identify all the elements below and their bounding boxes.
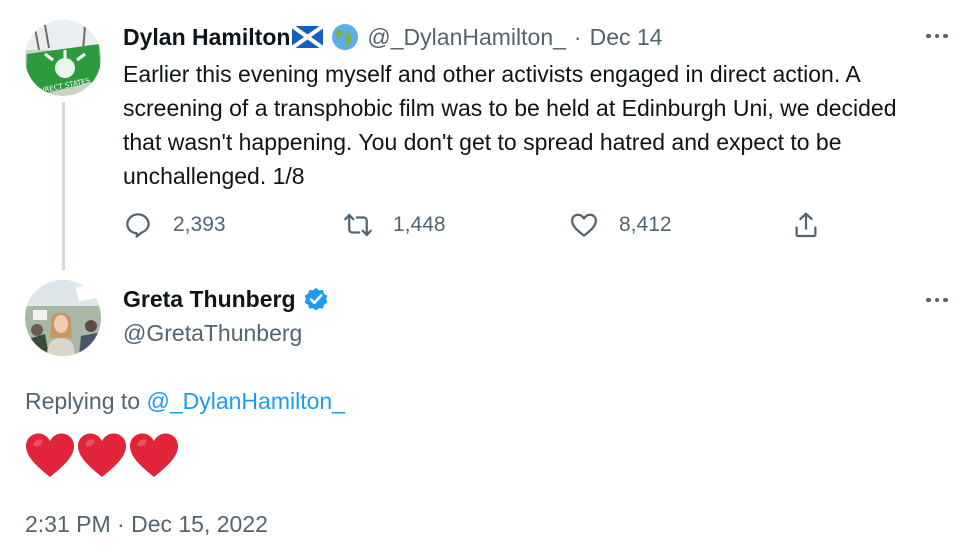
retweet-count: 1,448	[393, 213, 446, 236]
scotland-flag-icon	[292, 26, 324, 48]
author-name[interactable]: Dylan Hamilton	[123, 21, 290, 53]
tweet-header: Dylan Hamilton @_DylanHamilton_ · Dec 14	[123, 21, 662, 53]
avatar-greta-thunberg[interactable]	[25, 280, 101, 356]
reply-author: Greta Thunberg	[123, 284, 330, 314]
more-options-button[interactable]	[921, 26, 953, 46]
reply-count: 2,393	[173, 213, 226, 236]
like-button[interactable]: 8,412	[569, 207, 672, 243]
retweet-button[interactable]: 1,448	[343, 207, 446, 243]
reply-author-name[interactable]: Greta Thunberg	[123, 284, 296, 314]
red-heart-icon	[26, 433, 74, 477]
tweet-text-line: screening of a transphobic film was to b…	[123, 95, 897, 121]
tweet-date[interactable]: Dec 14	[590, 21, 663, 53]
avatar-greta-image	[25, 280, 101, 356]
red-heart-icon	[78, 433, 126, 477]
red-heart-icon	[130, 433, 178, 477]
like-icon	[571, 213, 597, 237]
reply-button[interactable]: 2,393	[123, 207, 226, 243]
tweet-text-line: Earlier this evening myself and other ac…	[123, 61, 861, 87]
verified-badge-icon	[304, 287, 327, 311]
thread-line	[62, 102, 65, 270]
replying-to-link[interactable]: @_DylanHamilton_	[146, 388, 345, 414]
reply-text	[25, 432, 179, 480]
more-icon	[926, 297, 931, 303]
like-count: 8,412	[619, 213, 672, 236]
tweet-actions: 2,393 1,448 8,412	[123, 207, 823, 243]
reply-author-handle[interactable]: @GretaThunberg	[123, 318, 302, 348]
tweet-text-line: that wasn't happening. You don't get to …	[123, 129, 842, 155]
separator-dot: ·	[573, 24, 582, 50]
more-icon	[926, 33, 931, 39]
retweet-icon	[344, 213, 372, 237]
avatar-dylan-image: DIRECT STATES	[25, 20, 101, 96]
reply-timestamp[interactable]: 2:31 PM · Dec 15, 2022	[25, 509, 268, 539]
more-options-button[interactable]	[921, 290, 953, 310]
reply-icon	[126, 213, 150, 238]
author-handle[interactable]: @_DylanHamilton_	[367, 21, 566, 53]
replying-to-prefix: Replying to	[25, 388, 141, 414]
globe-icon	[332, 24, 359, 50]
replying-to: Replying to @_DylanHamilton_	[25, 385, 345, 417]
share-icon	[795, 212, 817, 238]
avatar-dylan-hamilton[interactable]: DIRECT STATES	[25, 20, 101, 96]
share-button[interactable]	[791, 207, 821, 243]
tweet-text: Earlier this evening myself and other ac…	[123, 57, 963, 193]
tweet-text-line: unchallenged. 1/8	[123, 163, 305, 189]
